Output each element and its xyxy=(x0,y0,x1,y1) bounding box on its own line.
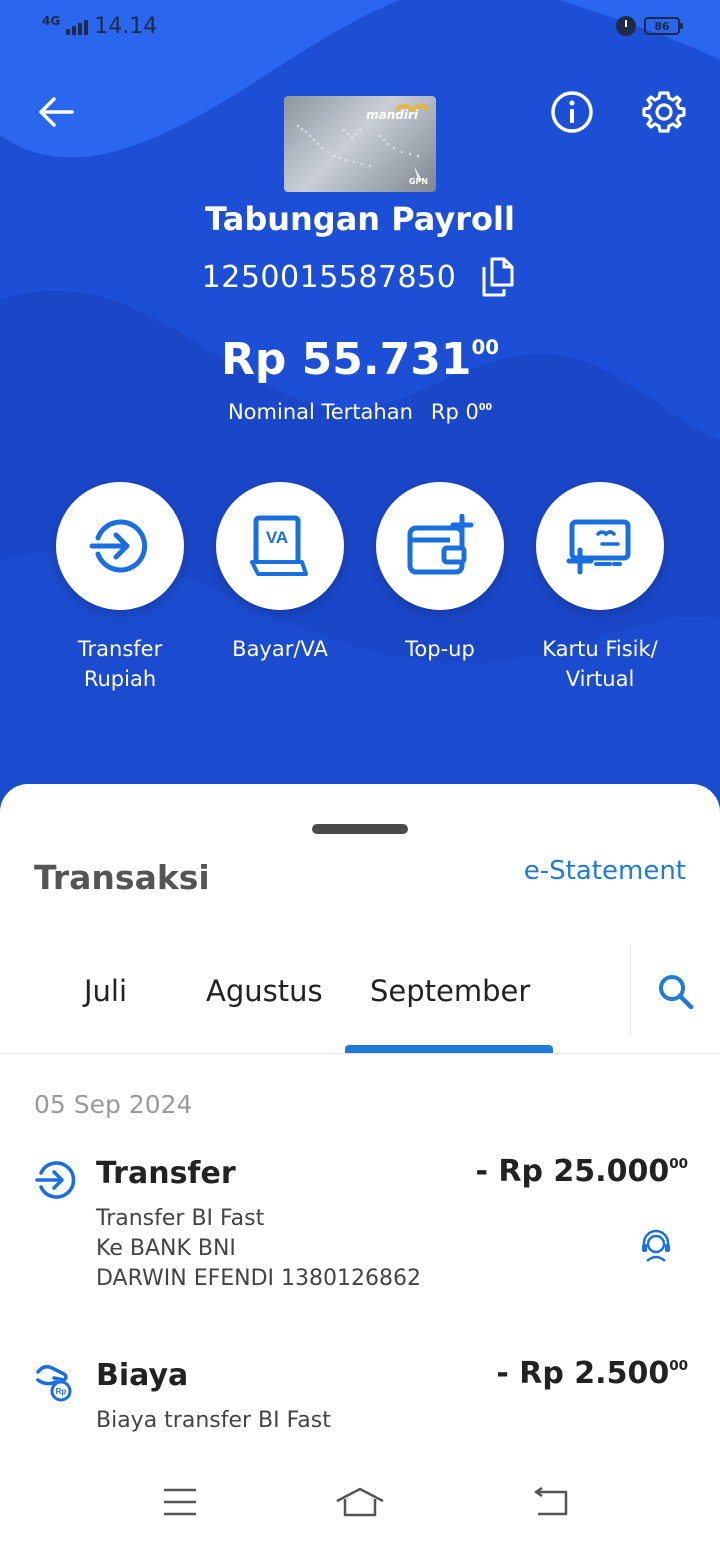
search-icon xyxy=(659,975,694,1010)
account-number: 1250015587850 xyxy=(201,259,457,295)
card-network: GPN xyxy=(408,177,428,186)
tabs-divider xyxy=(630,944,631,1036)
action-kartu-fisik-virtual[interactable]: Kartu Fisik/ Virtual xyxy=(520,482,680,694)
arrow-left-icon xyxy=(39,97,74,127)
action-label: Kartu Fisik/ Virtual xyxy=(542,637,658,691)
svg-text:VA: VA xyxy=(266,528,288,547)
action-label: Transfer Rupiah xyxy=(77,637,163,691)
account-number-row: 1250015587850 xyxy=(0,256,720,298)
settings-button[interactable] xyxy=(640,88,688,136)
status-bar: 4G 14.14 86 xyxy=(0,0,720,56)
copy-button[interactable] xyxy=(478,256,518,298)
held-cents: 00 xyxy=(478,402,493,413)
held-label: Nominal Tertahan xyxy=(227,400,413,424)
headset-icon xyxy=(642,1229,670,1262)
detail-line: Transfer BI Fast xyxy=(96,1206,265,1231)
card-plus-icon xyxy=(566,519,631,575)
fee-icon: Rp xyxy=(36,1364,72,1402)
info-icon xyxy=(551,91,593,133)
back-button[interactable] xyxy=(32,88,80,136)
nav-menu-button[interactable] xyxy=(150,1480,210,1524)
battery-icon: 86 xyxy=(644,17,683,35)
alarm-icon xyxy=(616,16,636,36)
transaction-details: Transfer BI Fast Ke BANK BNI DARWIN EFEN… xyxy=(96,1204,421,1294)
balance-cents: 00 xyxy=(471,336,500,359)
status-time: 14.14 xyxy=(94,14,158,39)
action-top-up[interactable]: Top-up xyxy=(360,482,520,694)
action-bayar-va[interactable]: VA Bayar/VA xyxy=(200,482,360,694)
system-navigation-bar xyxy=(0,1460,720,1544)
nav-home-button[interactable] xyxy=(330,1480,390,1524)
copy-icon xyxy=(482,257,514,297)
tab-september[interactable]: September xyxy=(370,974,530,1008)
nav-back-button[interactable] xyxy=(520,1480,580,1524)
va-icon: VA xyxy=(250,515,308,576)
transfer-icon xyxy=(35,1161,76,1199)
e-statement-link[interactable]: e-Statement xyxy=(524,856,686,886)
info-button[interactable] xyxy=(548,88,596,136)
tab-juli[interactable]: Juli xyxy=(84,974,127,1008)
account-balance: Rp 55.73100 xyxy=(0,334,720,385)
amount-value: - Rp 25.000 xyxy=(475,1154,670,1189)
tab-agustus[interactable]: Agustus xyxy=(206,974,323,1008)
svg-text:Rp: Rp xyxy=(56,1387,67,1396)
transaction-title: Transfer xyxy=(96,1156,236,1191)
transaction-details: Biaya transfer BI Fast xyxy=(96,1406,331,1436)
signal-icon xyxy=(66,19,89,35)
back-nav-icon xyxy=(534,1486,568,1516)
amount-cents: 00 xyxy=(669,1358,688,1374)
held-amount: Rp 0 xyxy=(430,400,479,424)
sheet-drag-handle[interactable] xyxy=(312,824,408,834)
active-tab-indicator xyxy=(345,1045,553,1053)
amount-cents: 00 xyxy=(669,1156,688,1172)
transaction-amount: - Rp 25.00000 xyxy=(476,1154,688,1189)
held-amount-row: Nominal Tertahan Rp 000 xyxy=(0,400,720,424)
quick-actions: Transfer Rupiah VA Bayar/VA Top-up Kartu… xyxy=(40,482,680,694)
customer-support-button[interactable] xyxy=(636,1226,676,1266)
transactions-title: Transaksi xyxy=(34,858,210,897)
balance-amount: Rp 55.731 xyxy=(220,334,472,385)
debit-card-image: mandiri GPN xyxy=(284,96,436,192)
transaction-title: Biaya xyxy=(96,1358,189,1393)
detail-line: Ke BANK BNI xyxy=(96,1236,236,1261)
account-name: Tabungan Payroll xyxy=(205,200,515,238)
menu-icon xyxy=(164,1488,196,1516)
month-tabs: Juli Agustus September xyxy=(0,944,720,1054)
card-brand: mandiri xyxy=(366,108,418,122)
detail-line: DARWIN EFENDI 1380126862 xyxy=(96,1266,421,1291)
action-transfer-rupiah[interactable]: Transfer Rupiah xyxy=(40,482,200,694)
network-type: 4G xyxy=(42,13,61,28)
gear-icon xyxy=(642,91,686,133)
wallet-plus-icon xyxy=(407,514,474,575)
detail-line: Biaya transfer BI Fast xyxy=(96,1408,331,1433)
transaction-date-header: 05 Sep 2024 xyxy=(34,1090,193,1119)
account-header: 4G 14.14 86 mandiri GPN Tabungan Payroll… xyxy=(0,0,720,820)
transactions-sheet: Transaksi e-Statement Juli Agustus Septe… xyxy=(0,784,720,1544)
amount-value: - Rp 2.500 xyxy=(496,1356,670,1391)
home-icon xyxy=(336,1487,384,1517)
transaction-amount: - Rp 2.50000 xyxy=(496,1356,688,1391)
transfer-icon xyxy=(89,519,148,573)
search-button[interactable] xyxy=(652,968,700,1016)
action-label: Bayar/VA xyxy=(232,637,328,661)
action-label: Top-up xyxy=(405,637,475,661)
